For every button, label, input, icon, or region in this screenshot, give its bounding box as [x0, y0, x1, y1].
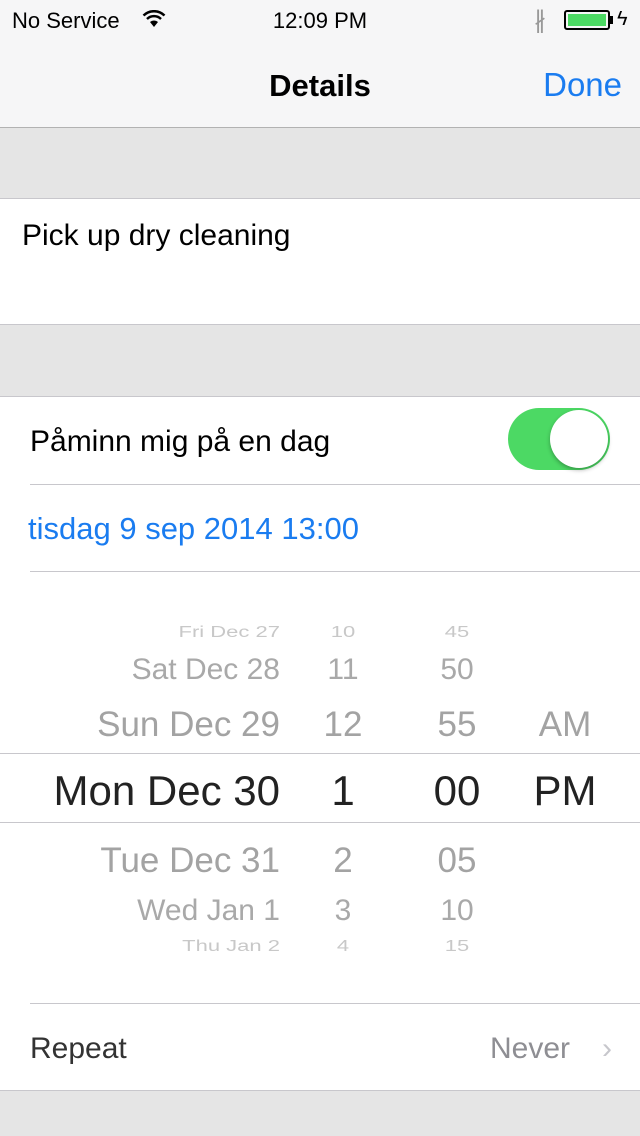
task-title-text[interactable]: Pick up dry cleaning	[22, 219, 290, 253]
navigation-bar: Details Done	[0, 40, 640, 128]
picker-date-item[interactable]: Mon Dec 30	[54, 767, 280, 815]
picker-minute-item[interactable]: 55	[410, 705, 504, 745]
repeat-value: Never	[489, 1032, 570, 1065]
picker-date-item[interactable]: Sat Dec 28	[132, 653, 280, 687]
selected-date-text[interactable]: tisdag 9 sep 2014 13:00	[28, 511, 359, 547]
picker-hour-item[interactable]: 4	[300, 937, 386, 955]
picker-date-item[interactable]: Sun Dec 29	[97, 705, 280, 745]
picker-date-item[interactable]: Fri Dec 27	[179, 623, 280, 641]
picker-minute-item[interactable]: 50	[410, 653, 504, 687]
battery-icon	[564, 10, 610, 30]
picker-date-item[interactable]: Thu Jan 2	[182, 937, 280, 955]
status-bar: No Service 12:09 PM ∦ ϟ	[0, 0, 640, 40]
repeat-label: Repeat	[30, 1032, 127, 1065]
done-button[interactable]: Done	[543, 66, 622, 104]
picker-hour-item[interactable]: 2	[300, 841, 386, 881]
picker-minute-item[interactable]: 45	[410, 623, 504, 641]
picker-minute-item[interactable]: 15	[410, 937, 504, 955]
picker-hour-item[interactable]: 11	[300, 653, 386, 687]
picker-hour-item[interactable]: 1	[300, 767, 386, 815]
chevron-right-icon: ›	[602, 1032, 612, 1065]
repeat-cell[interactable]: Repeat Never ›	[0, 1004, 640, 1092]
picker-date-item[interactable]: Wed Jan 1	[137, 894, 280, 928]
picker-ampm-item[interactable]: PM	[520, 767, 610, 815]
picker-ampm-item[interactable]: AM	[520, 705, 610, 745]
picker-hour-item[interactable]: 12	[300, 705, 386, 745]
remind-label: Påminn mig på en dag	[30, 425, 331, 458]
picker-hour-item[interactable]: 3	[300, 894, 386, 928]
toggle-knob	[550, 410, 608, 468]
task-title-cell[interactable]: Pick up dry cleaning	[0, 198, 640, 325]
charging-icon: ϟ	[617, 8, 628, 30]
remind-toggle[interactable]	[508, 408, 610, 470]
date-time-picker[interactable]: Fri Dec 27 10 45 Sat Dec 28 11 50 Sun Dec 29 12…	[0, 597, 640, 967]
picker-minute-item[interactable]: 05	[410, 841, 504, 881]
picker-minute-item[interactable]: 10	[410, 894, 504, 928]
picker-hour-item[interactable]: 10	[300, 623, 386, 641]
reminder-section: Påminn mig på en dag tisdag 9 sep 2014 1…	[0, 396, 640, 1091]
bluetooth-icon: ∦	[534, 7, 546, 34]
picker-minute-item[interactable]: 00	[410, 767, 504, 815]
picker-date-item[interactable]: Tue Dec 31	[100, 841, 280, 881]
